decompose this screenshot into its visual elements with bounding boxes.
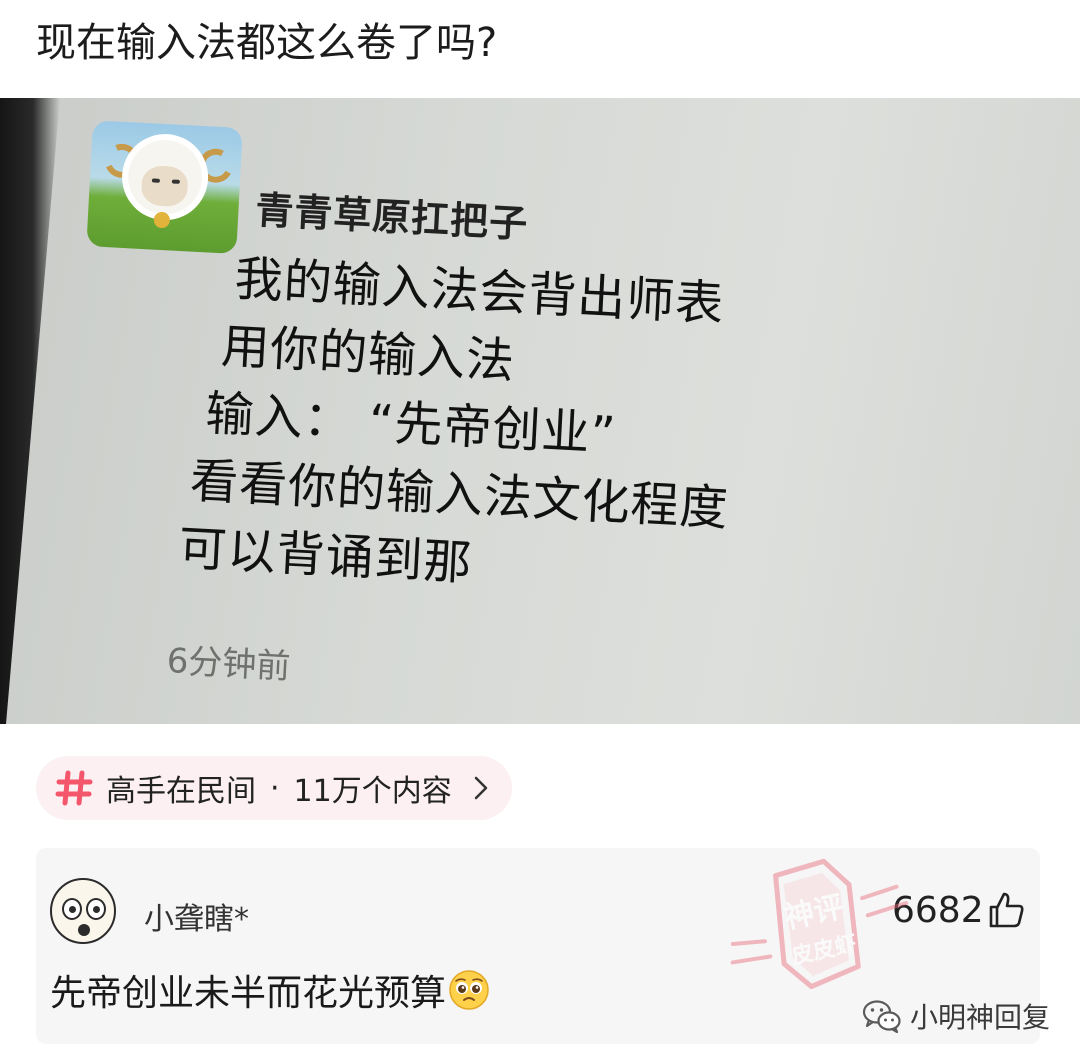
sheep-avatar-icon [86, 120, 243, 254]
topic-tag-button[interactable]: 高手在民间 · 11万个内容 [36, 756, 512, 820]
topic-name: 高手在民间 [106, 774, 256, 809]
hash-icon [55, 770, 93, 806]
topic-separator: · [270, 770, 280, 806]
photo-message-line: 用你的输入法 [219, 318, 517, 390]
commenter-avatar[interactable] [50, 878, 116, 944]
wechat-account-attribution: 小明神回复 [862, 996, 1050, 1036]
photo-message-line: 可以背诵到那 [177, 520, 474, 592]
thumbs-up-icon[interactable] [986, 890, 1026, 930]
photo-nickname: 青青草原扛把子 [254, 187, 530, 247]
attribution-text: 小明神回复 [910, 1001, 1051, 1034]
pleading-face-icon [449, 970, 489, 1010]
photo-message-line: 输入： “先帝创业” [204, 385, 618, 464]
chevron-right-icon [474, 776, 487, 800]
wechat-icon [862, 1000, 901, 1033]
comment-text-content: 先帝创业未半而花光预算 [50, 973, 447, 1014]
post-title: 现在输入法都这么卷了吗? [36, 20, 498, 66]
watermark-stamp-logo: 神评 皮皮虾 [730, 858, 909, 990]
photo-screen-content: 青青草原扛把子 我的输入法会背出师表 用你的输入法 输入： “先帝创业” 看看你… [0, 98, 1080, 724]
topic-count: 11万个内容 [293, 774, 452, 809]
photo-message-time: 6分钟前 [165, 640, 292, 688]
commenter-username[interactable]: 小聋瞎* [144, 894, 249, 938]
post-photo[interactable]: 青青草原扛把子 我的输入法会背出师表 用你的输入法 输入： “先帝创业” 看看你… [0, 98, 1080, 724]
comment-text: 先帝创业未半而花光预算 [50, 964, 490, 1016]
